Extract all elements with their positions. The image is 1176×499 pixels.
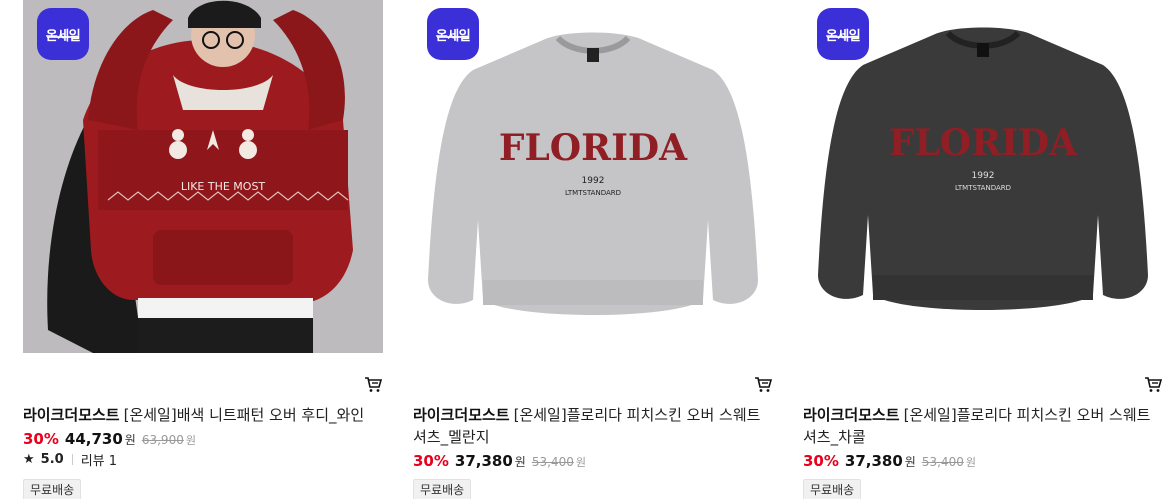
product-image[interactable]: LIKE THE MOST 온세일 — [23, 0, 383, 353]
price-row: 30% 37,380 원 53,400 원 — [803, 452, 976, 470]
product-image[interactable]: FLORIDA 1992 LTMTSTANDARD 온세일 — [803, 0, 1163, 353]
product-card[interactable]: FLORIDA 1992 LTMTSTANDARD 온세일 라이크더모스트 [온세… — [413, 0, 773, 499]
divider — [71, 454, 73, 465]
product-card[interactable]: FLORIDA 1992 LTMTSTANDARD 온세일 라이크더모스트 [온세… — [803, 0, 1163, 499]
brand-name[interactable]: 라이크더모스트 — [23, 406, 120, 424]
sale-price: 44,730 — [64, 430, 123, 448]
currency-unit: 원 — [514, 455, 526, 469]
product-card[interactable]: LIKE THE MOST 온세일 라이크더모스트 [온세일]배색 니트패턴 오버… — [23, 0, 383, 499]
cart-icon[interactable] — [1143, 374, 1163, 394]
svg-text:1992: 1992 — [972, 171, 995, 181]
product-title[interactable]: 라이크더모스트 [온세일]플로리다 피치스킨 오버 스웨트 셔츠_차콜 — [803, 404, 1163, 448]
discount-rate: 30% — [23, 430, 59, 448]
cart-icon[interactable] — [753, 374, 773, 394]
original-currency-unit: 원 — [965, 456, 976, 469]
original-currency-unit: 원 — [185, 434, 196, 447]
discount-rate: 30% — [803, 452, 839, 470]
currency-unit: 원 — [904, 455, 916, 469]
brand-name[interactable]: 라이크더모스트 — [803, 406, 900, 424]
product-name[interactable]: [온세일]배색 니트패턴 오버 후디_와인 — [124, 406, 365, 424]
original-price: 63,900 — [141, 433, 184, 447]
star-icon: ★ — [23, 452, 35, 467]
original-price: 53,400 — [531, 455, 574, 469]
free-shipping-badge: 무료배송 — [803, 479, 862, 499]
onsale-badge: 온세일 — [817, 8, 869, 60]
sale-price: 37,380 — [454, 452, 513, 470]
discount-rate: 30% — [413, 452, 449, 470]
svg-text:FLORIDA: FLORIDA — [889, 122, 1078, 164]
svg-text:LTMTSTANDARD: LTMTSTANDARD — [565, 189, 621, 197]
svg-text:FLORIDA: FLORIDA — [499, 127, 688, 169]
price-row: 30% 44,730 원 63,900 원 — [23, 430, 196, 448]
free-shipping-badge: 무료배송 — [413, 479, 472, 499]
svg-text:1992: 1992 — [582, 176, 605, 186]
review-count[interactable]: 리뷰 1 — [81, 450, 117, 469]
cart-icon[interactable] — [363, 374, 383, 394]
rating-row: ★ 5.0 리뷰 1 — [23, 450, 117, 469]
svg-text:LIKE THE MOST: LIKE THE MOST — [181, 180, 266, 193]
sale-price: 37,380 — [844, 452, 903, 470]
original-price: 53,400 — [921, 455, 964, 469]
rating-score: 5.0 — [40, 452, 64, 467]
brand-name[interactable]: 라이크더모스트 — [413, 406, 510, 424]
free-shipping-badge: 무료배송 — [23, 479, 82, 499]
product-title[interactable]: 라이크더모스트 [온세일]플로리다 피치스킨 오버 스웨트 셔츠_멜란지 — [413, 404, 773, 448]
svg-text:LTMTSTANDARD: LTMTSTANDARD — [955, 184, 1011, 192]
product-image[interactable]: FLORIDA 1992 LTMTSTANDARD 온세일 — [413, 0, 773, 353]
currency-unit: 원 — [124, 433, 136, 447]
onsale-badge: 온세일 — [37, 8, 89, 60]
price-row: 30% 37,380 원 53,400 원 — [413, 452, 586, 470]
product-title[interactable]: 라이크더모스트 [온세일]배색 니트패턴 오버 후디_와인 — [23, 404, 383, 426]
onsale-badge: 온세일 — [427, 8, 479, 60]
original-currency-unit: 원 — [575, 456, 586, 469]
